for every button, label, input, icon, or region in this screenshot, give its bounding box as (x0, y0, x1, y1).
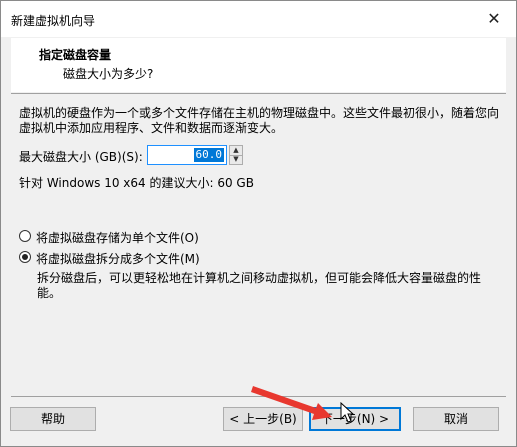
radio-split-icon[interactable] (19, 251, 31, 263)
radio-selected-dot (22, 254, 28, 260)
back-button[interactable]: < 上一步(B) (223, 407, 303, 431)
disk-size-input[interactable]: 60.0 (147, 145, 227, 165)
split-description: 拆分磁盘后，可以更轻松地在计算机之间移动虚拟机，但可能会降低大容量磁盘的性能。 (37, 271, 482, 300)
disk-size-spinner[interactable]: ▲ ▼ (229, 145, 243, 165)
close-icon[interactable]: ✕ (484, 9, 504, 29)
window-title: 新建虚拟机向导 (11, 14, 96, 28)
cancel-button[interactable]: 取消 (413, 407, 499, 431)
wizard-content: 虚拟机的硬盘作为一个或多个文件存储在主机的物理磁盘中。这些文件最初很小，随着您向… (11, 94, 506, 394)
disk-description: 虚拟机的硬盘作为一个或多个文件存储在主机的物理磁盘中。这些文件最初很小，随着您向… (19, 106, 500, 135)
radio-single-label: 将虚拟磁盘存储为单个文件(O) (36, 231, 199, 245)
recommended-size-text: 针对 Windows 10 x64 的建议大小: 60 GB (19, 176, 254, 190)
title-bar: 新建虚拟机向导 ✕ (1, 1, 516, 37)
disk-size-value: 60.0 (193, 148, 224, 162)
radio-split-label: 将虚拟磁盘拆分成多个文件(M) (36, 252, 200, 266)
wizard-window: 新建虚拟机向导 ✕ 指定磁盘容量 磁盘大小为多少? 虚拟机的硬盘作为一个或多个文… (0, 0, 517, 447)
footer-divider (11, 396, 506, 397)
spin-down-icon[interactable]: ▼ (230, 155, 242, 164)
mouse-pointer-icon (340, 402, 355, 423)
help-button[interactable]: 帮助 (10, 407, 96, 431)
wizard-header: 指定磁盘容量 磁盘大小为多少? (11, 38, 506, 92)
disk-size-label: 最大磁盘大小 (GB)(S): (19, 150, 143, 164)
radio-single-icon[interactable] (19, 230, 31, 242)
page-subtitle: 磁盘大小为多少? (63, 67, 154, 81)
page-title: 指定磁盘容量 (39, 48, 112, 62)
